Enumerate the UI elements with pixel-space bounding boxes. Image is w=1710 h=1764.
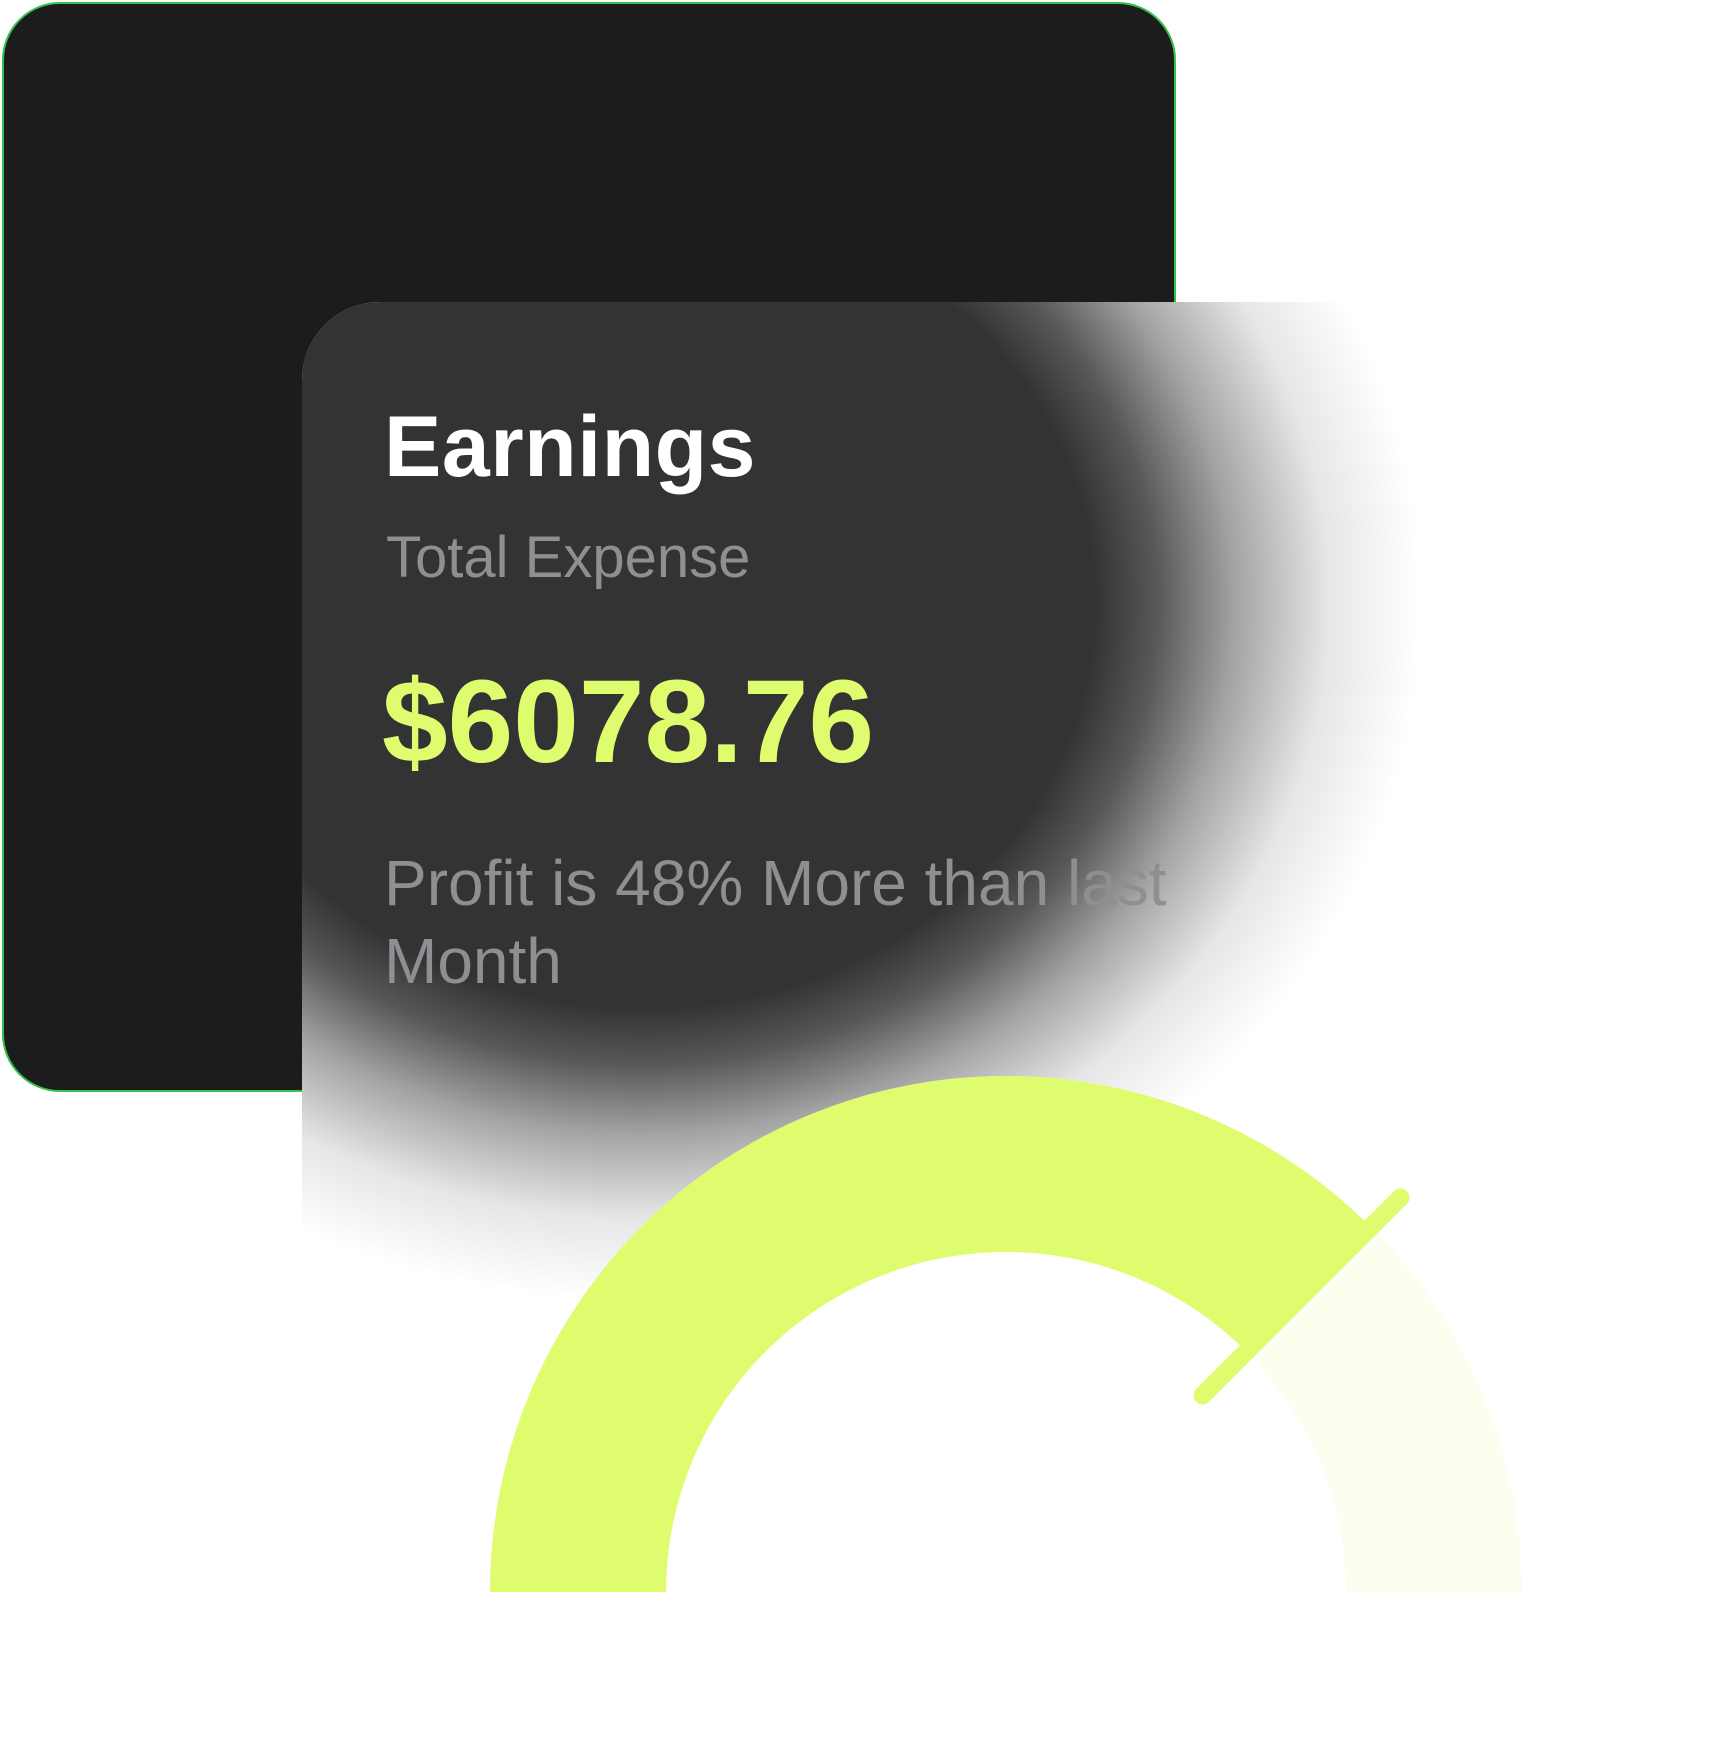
earnings-illustration: Earnings Total Expense $6078.76 Profit i… <box>0 0 1710 1764</box>
gauge-fill <box>490 1076 1371 1593</box>
gauge-arc-group <box>490 1076 1522 1593</box>
progress-gauge <box>490 1076 1522 1593</box>
earnings-card: Earnings Total Expense $6078.76 Profit i… <box>302 302 1710 1764</box>
